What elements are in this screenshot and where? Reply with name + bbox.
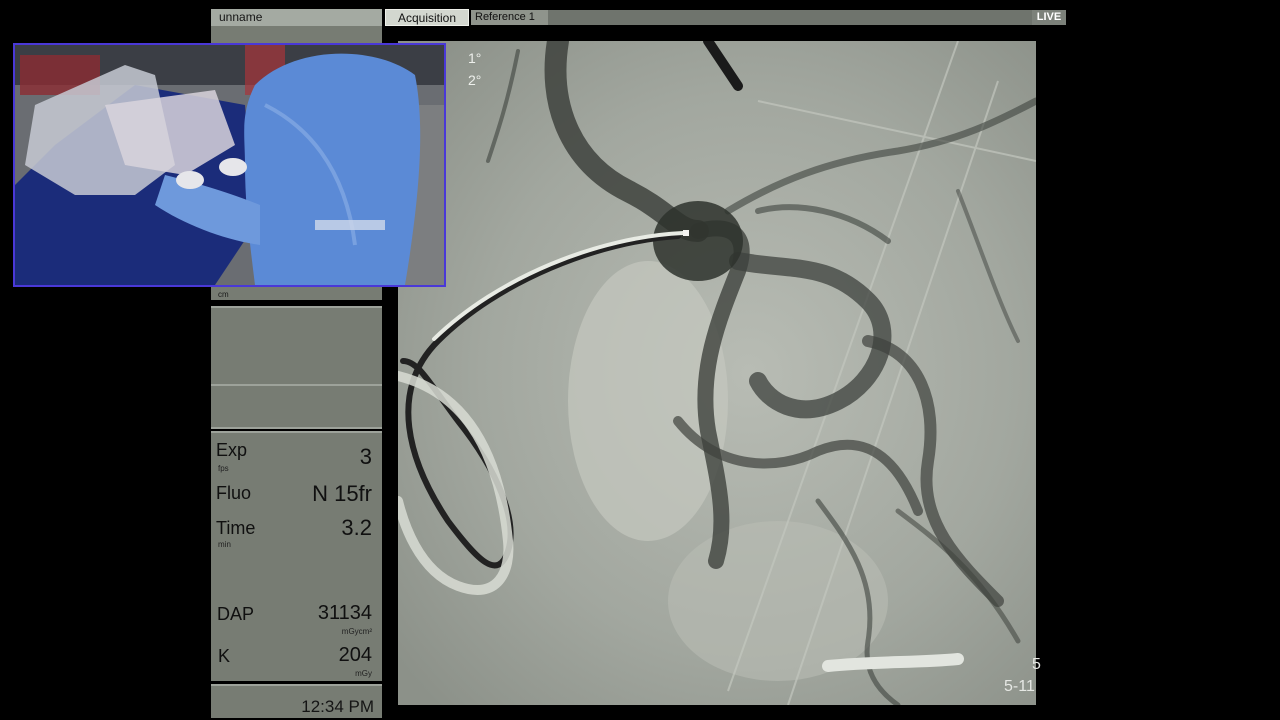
angiogram-graphic	[398, 41, 1036, 705]
dap-unit: mGycm²	[341, 627, 372, 636]
k-unit: mGy	[355, 669, 372, 678]
fluo-value: N 15fr	[312, 481, 372, 506]
k-value: 204	[338, 644, 372, 666]
exp-value: 3	[359, 444, 372, 469]
video-feed-inset[interactable]	[13, 43, 446, 287]
patient-name-field: unname	[211, 9, 382, 26]
angle-readout-1: 1°	[468, 50, 482, 66]
operating-room-video-graphic	[15, 45, 444, 285]
info-panel-block	[211, 306, 382, 386]
frame-number: 5	[1032, 656, 1041, 673]
fluoroscopy-image[interactable]	[398, 41, 1036, 705]
time-value: 3.2	[341, 515, 372, 540]
dap-value: 31134	[317, 602, 372, 624]
tab-acquisition[interactable]: Acquisition	[385, 9, 469, 26]
cm-unit-label: cm	[218, 290, 229, 299]
angle-readout-2: 2°	[468, 72, 482, 88]
time-unit: min	[218, 540, 231, 549]
header-strip	[548, 10, 1066, 25]
clock-time: 12:34 PM	[301, 697, 374, 716]
frame-id: 5-11	[1004, 678, 1035, 695]
info-panel-block	[211, 386, 382, 429]
tab-reference-1[interactable]: Reference 1	[471, 10, 548, 25]
live-badge: LIVE	[1032, 10, 1066, 25]
